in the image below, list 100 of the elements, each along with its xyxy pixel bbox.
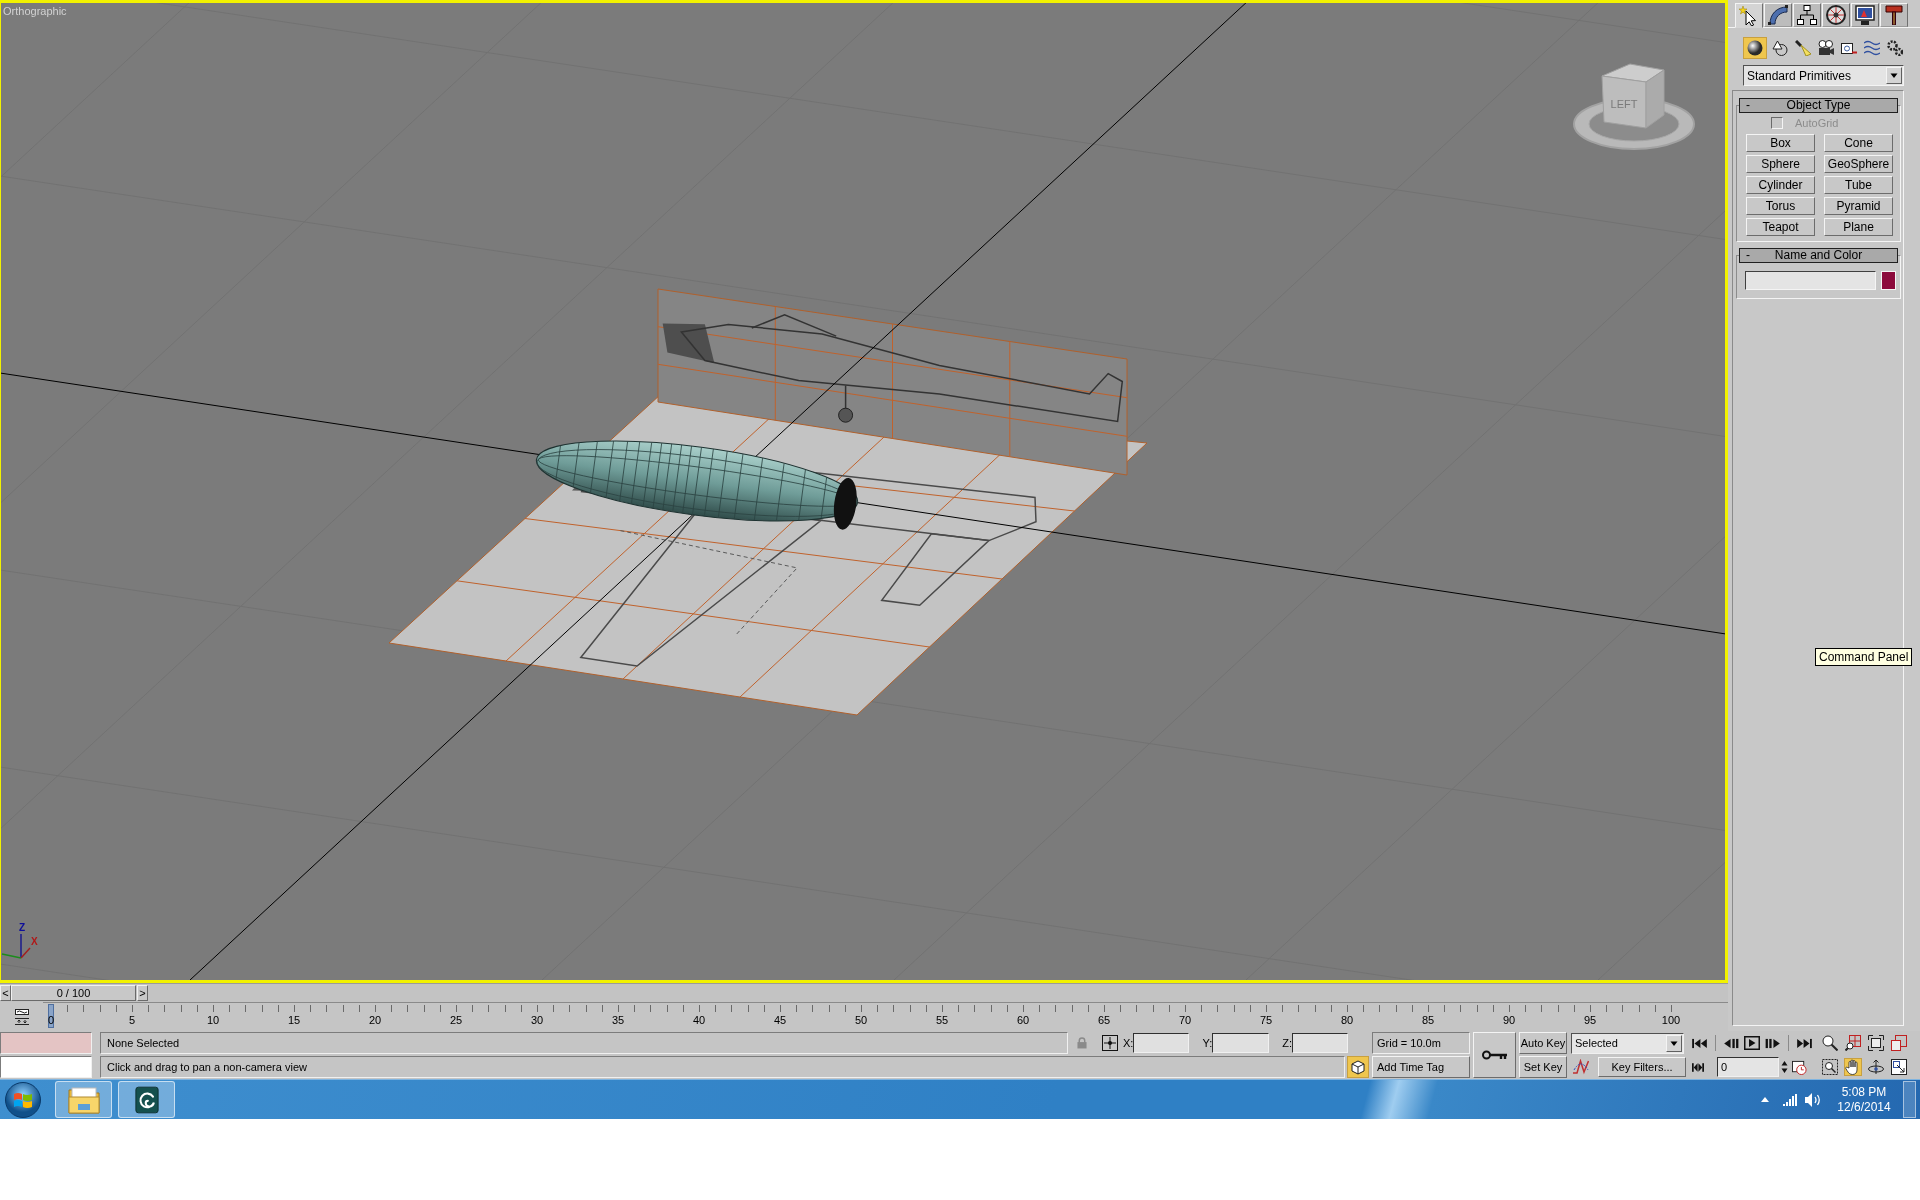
tooltip: Command Panel bbox=[1815, 648, 1913, 666]
collapse-sign[interactable]: - bbox=[1740, 99, 1758, 112]
key-button[interactable] bbox=[1473, 1032, 1516, 1078]
frame-number: 90 bbox=[1502, 1014, 1516, 1026]
folder-icon bbox=[67, 1085, 100, 1114]
time-slider-track[interactable]: < 0 / 100 > bbox=[0, 983, 1728, 1002]
axis-label: Z bbox=[19, 922, 26, 933]
script-field[interactable] bbox=[0, 1056, 92, 1078]
clock-sheet-icon[interactable] bbox=[1792, 1059, 1807, 1075]
key-mode-icon[interactable] bbox=[1692, 1062, 1704, 1072]
panel-toggle-icon[interactable] bbox=[14, 1008, 29, 1025]
time-slider-thumb[interactable]: 0 / 100 bbox=[11, 985, 136, 1001]
collapse-sign[interactable]: - bbox=[1740, 249, 1758, 262]
panel-tab[interactable] bbox=[1822, 3, 1850, 27]
add-time-tag-button[interactable]: Add Time Tag bbox=[1372, 1056, 1470, 1078]
panel-tab[interactable] bbox=[1880, 3, 1908, 27]
hand-icon[interactable] bbox=[1845, 1059, 1861, 1075]
cube-icon[interactable] bbox=[1347, 1056, 1369, 1078]
skip-forward-icon[interactable] bbox=[1797, 1037, 1812, 1049]
maximize-icon[interactable] bbox=[1891, 1059, 1907, 1075]
set-key-button[interactable]: Set Key bbox=[1519, 1056, 1567, 1078]
skip-back-icon[interactable] bbox=[1692, 1037, 1707, 1049]
primitive-button[interactable]: Sphere bbox=[1746, 155, 1815, 173]
axis-label: Y: bbox=[1202, 1037, 1213, 1049]
key-filters-button[interactable]: Key Filters... bbox=[1598, 1057, 1686, 1077]
hammer-icon bbox=[1884, 5, 1904, 25]
primitive-button[interactable]: Cylinder bbox=[1746, 176, 1815, 194]
rollout-title: Object Type bbox=[1786, 99, 1851, 112]
magnifier-icon[interactable] bbox=[1822, 1035, 1838, 1051]
auto-key-button[interactable]: Auto Key bbox=[1519, 1032, 1567, 1054]
curve-icon[interactable] bbox=[1573, 1059, 1589, 1075]
primitive-button[interactable]: Tube bbox=[1824, 176, 1893, 194]
coordinate-field[interactable] bbox=[1133, 1033, 1190, 1053]
name-field[interactable] bbox=[1745, 271, 1876, 290]
panel-tab[interactable] bbox=[1764, 3, 1792, 27]
speaker-icon[interactable] bbox=[1805, 1092, 1821, 1107]
rollout-title: Name and Color bbox=[1774, 249, 1863, 262]
coordinate-field[interactable] bbox=[1292, 1033, 1348, 1053]
color-swatch[interactable] bbox=[1881, 271, 1896, 290]
extents-boxes-icon[interactable] bbox=[1891, 1035, 1907, 1051]
taskbar-button[interactable] bbox=[118, 1081, 175, 1118]
frame-number: 65 bbox=[1097, 1014, 1111, 1026]
frame-number: 15 bbox=[287, 1014, 301, 1026]
key-icon bbox=[1482, 1050, 1507, 1060]
axis-tripod-icon bbox=[1, 933, 31, 959]
frame-field[interactable]: 0 bbox=[1717, 1057, 1779, 1077]
frame-number: 10 bbox=[206, 1014, 220, 1026]
primitive-button[interactable]: Torus bbox=[1746, 197, 1815, 215]
frame-number: 20 bbox=[368, 1014, 382, 1026]
frame-number: 35 bbox=[611, 1014, 625, 1026]
primitive-button[interactable]: Box bbox=[1746, 134, 1815, 152]
frame-number: 95 bbox=[1583, 1014, 1597, 1026]
primitive-button[interactable]: Teapot bbox=[1746, 218, 1815, 236]
previous-frame-button[interactable]: < bbox=[0, 985, 11, 1001]
primitives-dropdown[interactable]: Standard Primitives bbox=[1743, 65, 1904, 86]
primitive-button[interactable]: Plane bbox=[1824, 218, 1893, 236]
frame-number: 55 bbox=[935, 1014, 949, 1026]
orbit-icon[interactable] bbox=[1868, 1059, 1884, 1075]
panel-tab[interactable] bbox=[1735, 3, 1763, 28]
primitive-button[interactable]: Cone bbox=[1824, 134, 1893, 152]
wheel-icon bbox=[1826, 5, 1846, 25]
arrow-star-icon bbox=[1739, 5, 1759, 26]
start-button[interactable] bbox=[3, 1080, 43, 1119]
play-icon[interactable] bbox=[1744, 1036, 1760, 1050]
step-forward-icon[interactable] bbox=[1765, 1037, 1780, 1049]
coordinate-field[interactable] bbox=[1212, 1033, 1270, 1053]
frame-number: 60 bbox=[1016, 1014, 1030, 1026]
step-back-icon[interactable] bbox=[1724, 1037, 1739, 1049]
camera-icon[interactable] bbox=[1817, 39, 1834, 56]
listener-field[interactable] bbox=[0, 1032, 92, 1054]
caret-icon[interactable] bbox=[1761, 1097, 1769, 1102]
selection-status: None Selected bbox=[100, 1032, 1068, 1054]
clock-time[interactable]: 5:08 PM bbox=[1841, 1084, 1887, 1100]
caret-icon bbox=[1886, 67, 1902, 84]
clock-date[interactable]: 12/6/2014 bbox=[1837, 1099, 1891, 1115]
crosshair-icon[interactable] bbox=[1102, 1035, 1118, 1051]
extents-box-icon[interactable] bbox=[1868, 1035, 1884, 1051]
signal-bars-icon[interactable] bbox=[1783, 1093, 1797, 1106]
track-bar[interactable]: 0 5 10 15 20 25 30 35 40 45 50 55 60 65 70 75 80 85 90 95 100 bbox=[43, 1002, 1728, 1031]
primitive-button[interactable]: GeoSphere bbox=[1824, 155, 1893, 173]
panel-tab[interactable] bbox=[1851, 3, 1879, 27]
frame-number: 45 bbox=[773, 1014, 787, 1026]
next-frame-button[interactable]: > bbox=[137, 985, 148, 1001]
shapes-icon[interactable] bbox=[1771, 39, 1788, 56]
rollout-header[interactable]: - Object Type bbox=[1739, 98, 1898, 113]
key-mode-dropdown[interactable]: Selected bbox=[1571, 1032, 1684, 1054]
primitive-button[interactable]: Pyramid bbox=[1824, 197, 1893, 215]
frame-number: 80 bbox=[1340, 1014, 1354, 1026]
frame-number: 75 bbox=[1259, 1014, 1273, 1026]
spotlight-icon[interactable] bbox=[1794, 39, 1811, 56]
axis-label: X: bbox=[1123, 1037, 1134, 1049]
panel-tab[interactable] bbox=[1793, 3, 1821, 27]
frame-number: 70 bbox=[1178, 1014, 1192, 1026]
frame-number: 0 bbox=[47, 1014, 55, 1026]
region-magnifier-icon[interactable] bbox=[1822, 1059, 1838, 1075]
rollout-header[interactable]: - Name and Color bbox=[1739, 248, 1898, 263]
spinner-icon[interactable] bbox=[1781, 1059, 1788, 1075]
waves-icon[interactable] bbox=[1863, 39, 1880, 56]
gears-icon[interactable] bbox=[1886, 39, 1903, 56]
magnifier-grid-icon[interactable] bbox=[1845, 1035, 1861, 1051]
